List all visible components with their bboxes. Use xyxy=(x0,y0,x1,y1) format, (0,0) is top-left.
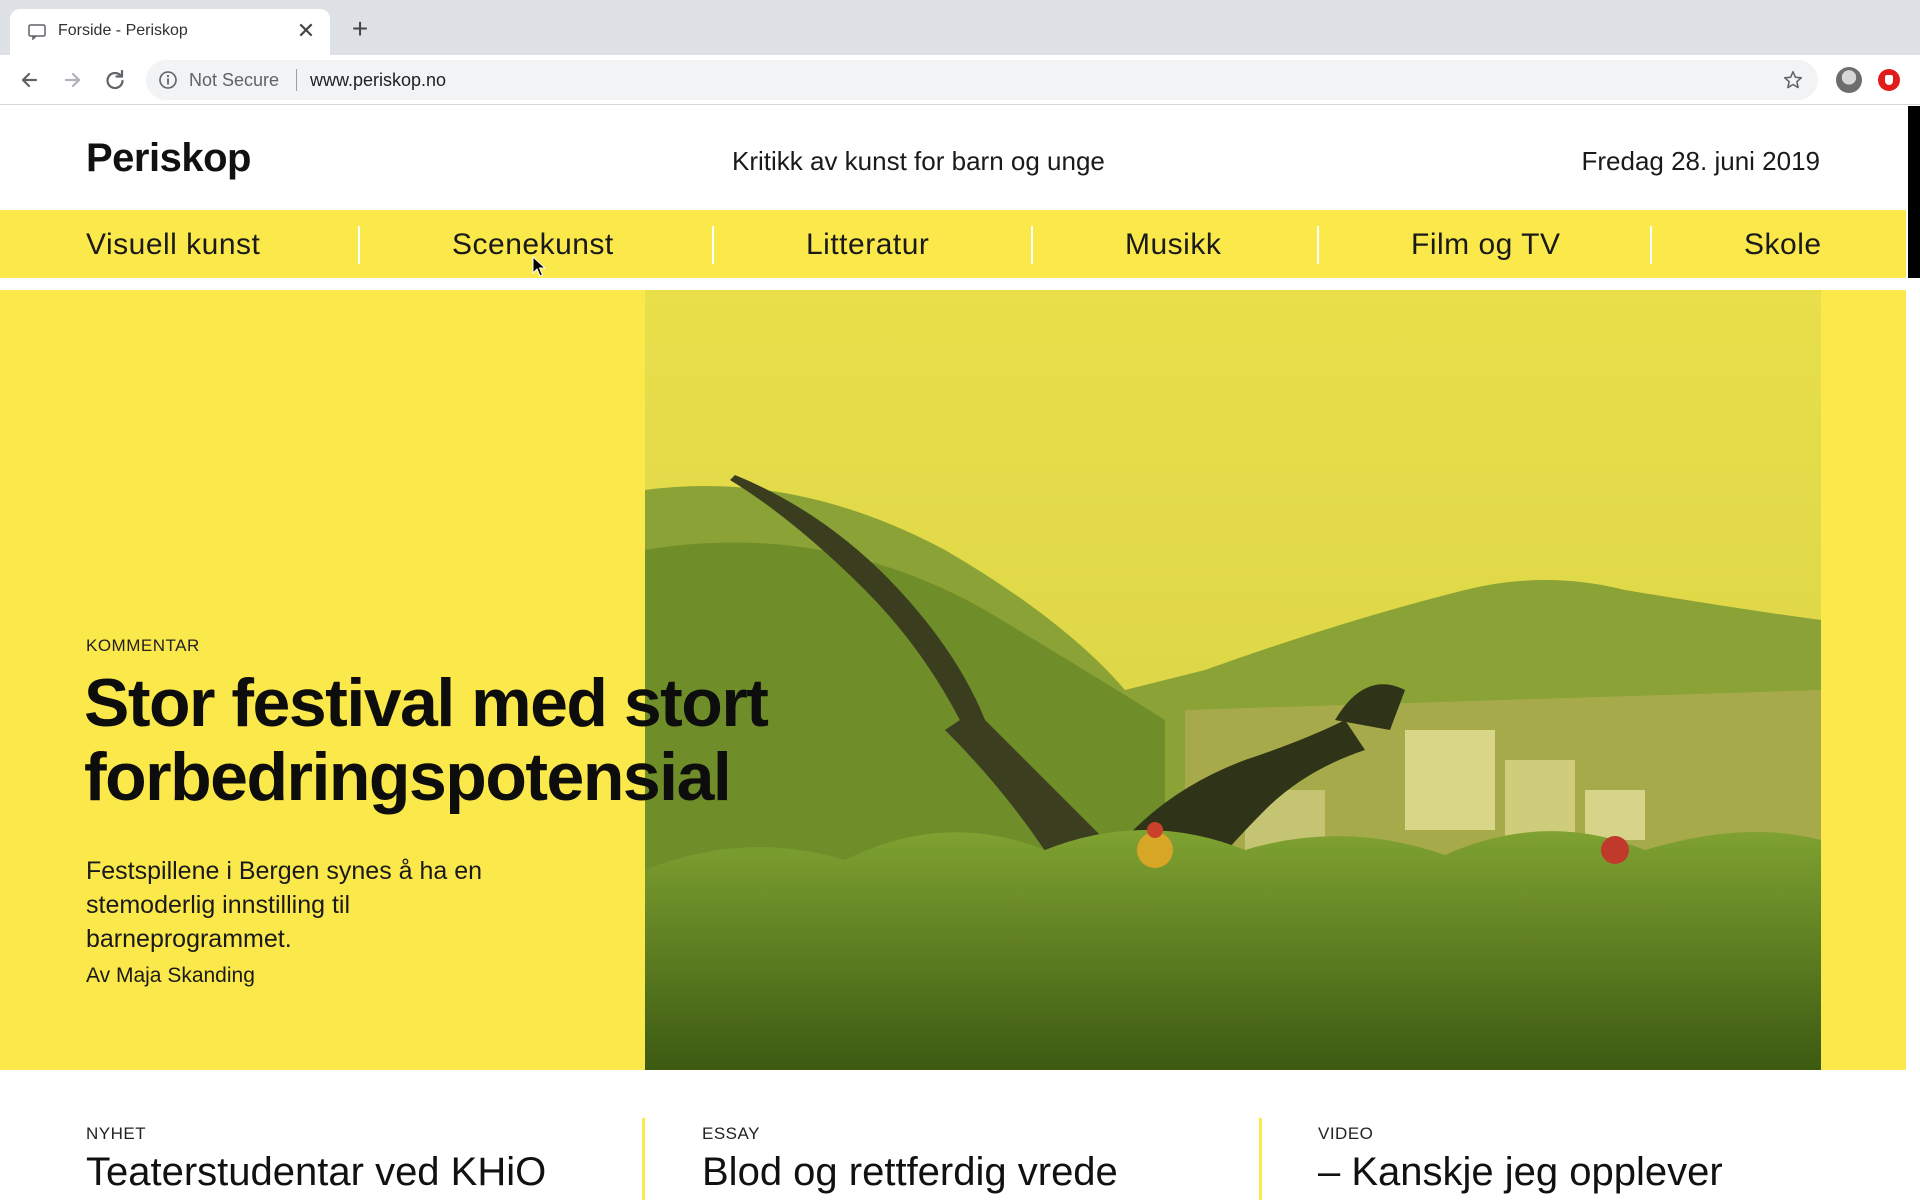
url-text[interactable]: www.periskop.no xyxy=(310,70,446,91)
browser-tabbar: Forside - Periskop ✕ + xyxy=(0,0,1920,55)
new-tab-button[interactable]: + xyxy=(347,15,373,43)
hero-byline: Av Maja Skanding xyxy=(86,964,255,987)
article-cards: NYHET Teaterstudentar ved KHiO ESSAY Blo… xyxy=(0,1070,1906,1200)
card-headline[interactable]: Teaterstudentar ved KHiO xyxy=(86,1150,546,1195)
card-category: ESSAY xyxy=(702,1124,760,1143)
page-scrollbar[interactable] xyxy=(1906,106,1920,1200)
nav-skole[interactable]: Skole xyxy=(1744,228,1822,262)
document-icon xyxy=(28,24,46,40)
mouse-cursor-icon xyxy=(532,256,546,277)
nav-divider xyxy=(1031,226,1033,264)
nav-divider xyxy=(712,226,714,264)
address-separator xyxy=(296,69,297,91)
nav-film-og-tv[interactable]: Film og TV xyxy=(1411,228,1560,262)
info-icon[interactable] xyxy=(158,70,178,90)
site-tagline: Kritikk av kunst for barn og unge xyxy=(732,146,1105,176)
profile-avatar[interactable] xyxy=(1836,67,1862,93)
nav-divider xyxy=(1650,226,1652,264)
browser-tab[interactable]: Forside - Periskop ✕ xyxy=(10,9,330,55)
hero-category: KOMMENTAR xyxy=(86,636,200,655)
card-headline[interactable]: – Kanskje jeg opplever xyxy=(1318,1150,1723,1195)
arrow-left-icon xyxy=(21,72,38,88)
security-status[interactable]: Not Secure xyxy=(189,70,279,91)
address-bar[interactable]: Not Secure www.periskop.no xyxy=(146,60,1818,100)
current-date: Fredag 28. juni 2019 xyxy=(1581,146,1820,176)
reload-icon xyxy=(106,69,124,90)
hero-lead: Festspillene i Bergen synes å ha en stem… xyxy=(86,857,483,953)
card-headline[interactable]: Blod og rettferdig vrede xyxy=(702,1150,1118,1195)
nav-visuell-kunst[interactable]: Visuell kunst xyxy=(86,228,260,262)
bookmark-star-icon[interactable] xyxy=(1782,69,1804,91)
browser-toolbar: Not Secure www.periskop.no xyxy=(0,55,1920,105)
main-navigation: Visuell kunst Scenekunst Litteratur Musi… xyxy=(0,210,1906,284)
close-tab-icon[interactable]: ✕ xyxy=(294,19,318,43)
tab-title: Forside - Periskop xyxy=(58,22,188,39)
nav-litteratur[interactable]: Litteratur xyxy=(806,228,929,262)
hero-article[interactable]: KOMMENTAR Stor festival med stort forbed… xyxy=(0,290,1906,1070)
nav-musikk[interactable]: Musikk xyxy=(1125,228,1221,262)
web-page: Periskop Kritikk av kunst for barn og un… xyxy=(0,106,1906,1200)
forward-button[interactable] xyxy=(58,65,88,95)
scrollbar-thumb[interactable] xyxy=(1908,106,1920,278)
extension-icon[interactable] xyxy=(1878,69,1900,91)
reload-button[interactable] xyxy=(100,65,130,95)
arrow-right-icon xyxy=(64,72,81,88)
card-category: VIDEO xyxy=(1318,1124,1374,1143)
back-button[interactable] xyxy=(14,65,44,95)
card-divider xyxy=(1259,1118,1262,1200)
nav-divider xyxy=(1317,226,1319,264)
nav-divider xyxy=(358,226,360,264)
card-divider xyxy=(642,1118,645,1200)
site-header: Periskop Kritikk av kunst for barn og un… xyxy=(0,106,1906,210)
site-logo[interactable]: Periskop xyxy=(86,136,251,181)
hero-title[interactable]: Stor festival med stort forbedringspoten… xyxy=(84,666,984,814)
card-category: NYHET xyxy=(86,1124,147,1143)
